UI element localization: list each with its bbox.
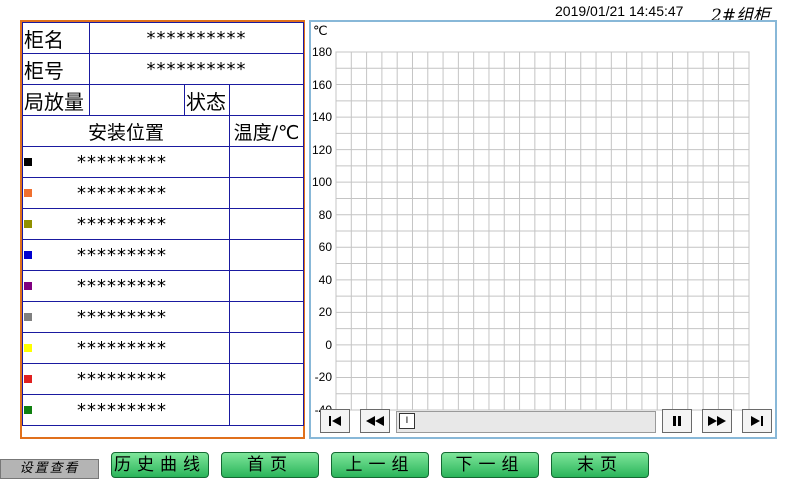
temperature-value: [228, 332, 305, 364]
cabinet-no-value: **********: [88, 53, 305, 85]
playback-scrollbar[interactable]: I: [396, 411, 656, 433]
sensor-table-panel: 柜名 ********** 柜号 ********** 局放量 状态 安装位置 …: [20, 20, 305, 439]
location-name: *********: [77, 182, 167, 204]
location-cell: *********: [22, 177, 230, 209]
location-name: *********: [77, 244, 167, 266]
table-row: *********: [22, 208, 305, 240]
location-column-header: 安装位置: [22, 115, 230, 147]
location-cell: *********: [22, 208, 230, 240]
slider-thumb-icon[interactable]: I: [399, 413, 415, 429]
table-row: *********: [22, 177, 305, 209]
series-color-swatch: [24, 158, 32, 166]
location-cell: *********: [22, 394, 230, 426]
table-row: *********: [22, 301, 305, 333]
temperature-value: [228, 177, 305, 209]
location-cell: *********: [22, 146, 230, 178]
temperature-value: [228, 239, 305, 271]
temperature-chart-panel: ℃ 180160140120100806040200-20-40 I: [309, 20, 777, 439]
location-name: *********: [77, 151, 167, 173]
fast-forward-icon[interactable]: [702, 409, 732, 433]
location-name: *********: [77, 275, 167, 297]
location-cell: *********: [22, 301, 230, 333]
location-name: *********: [77, 368, 167, 390]
table-row: *********: [22, 363, 305, 395]
location-name: *********: [77, 213, 167, 235]
y-axis-unit: ℃: [313, 23, 328, 38]
series-color-swatch: [24, 189, 32, 197]
first-page-button[interactable]: 首页: [221, 452, 319, 478]
last-page-button[interactable]: 末页: [551, 452, 649, 478]
series-color-swatch: [24, 282, 32, 290]
pause-icon[interactable]: [662, 409, 692, 433]
series-color-swatch: [24, 251, 32, 259]
series-color-swatch: [24, 406, 32, 414]
sensor-table: 柜名 ********** 柜号 ********** 局放量 状态 安装位置 …: [22, 22, 305, 426]
datetime-display: 2019/01/21 14:45:47: [555, 3, 684, 19]
temperature-value: [228, 208, 305, 240]
temperature-column-header: 温度/℃: [228, 115, 305, 147]
cabinet-name-label: 柜名: [22, 22, 90, 54]
temperature-value: [228, 301, 305, 333]
location-cell: *********: [22, 332, 230, 364]
table-row: *********: [22, 332, 305, 364]
temperature-value: [228, 394, 305, 426]
last-icon[interactable]: [742, 409, 772, 433]
location-cell: *********: [22, 363, 230, 395]
series-color-swatch: [24, 375, 32, 383]
partial-discharge-label: 局放量: [22, 84, 90, 116]
table-row: *********: [22, 270, 305, 302]
location-name: *********: [77, 337, 167, 359]
chart-grid: [335, 51, 750, 411]
partial-discharge-value: [89, 84, 185, 116]
cabinet-name-value: **********: [88, 22, 305, 54]
next-group-button[interactable]: 下一组: [441, 452, 539, 478]
temperature-value: [228, 146, 305, 178]
series-color-swatch: [24, 220, 32, 228]
temperature-value: [228, 363, 305, 395]
rewind-icon[interactable]: [360, 409, 390, 433]
settings-view-button[interactable]: 设置查看: [0, 459, 99, 479]
location-cell: *********: [22, 239, 230, 271]
location-name: *********: [77, 399, 167, 421]
status-label: 状态: [184, 84, 230, 116]
chart-toolbar: I: [314, 409, 773, 435]
status-value: [228, 84, 305, 116]
location-name: *********: [77, 306, 167, 328]
cabinet-no-label: 柜号: [22, 53, 90, 85]
temperature-value: [228, 270, 305, 302]
series-color-swatch: [24, 344, 32, 352]
table-row: *********: [22, 239, 305, 271]
location-cell: *********: [22, 270, 230, 302]
history-curve-button[interactable]: 历史曲线: [111, 452, 209, 478]
prev-group-button[interactable]: 上一组: [331, 452, 429, 478]
series-color-swatch: [24, 313, 32, 321]
first-icon[interactable]: [320, 409, 350, 433]
table-row: *********: [22, 394, 305, 426]
table-row: *********: [22, 146, 305, 178]
